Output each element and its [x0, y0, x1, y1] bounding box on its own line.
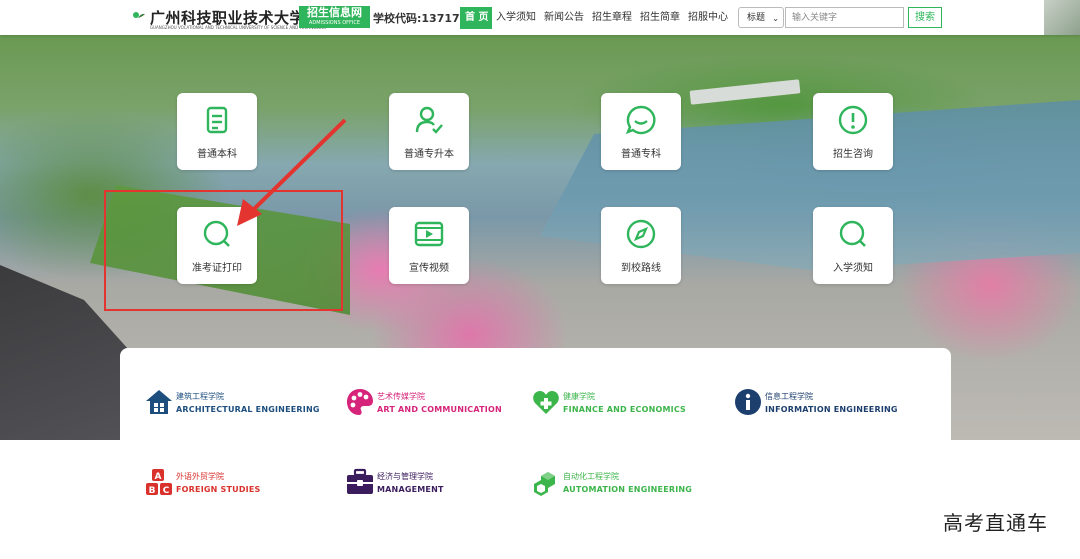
college-name-cn: 外语外贸学院: [176, 472, 224, 481]
college-name-cn: 自动化工程学院: [563, 472, 619, 481]
tile-label: 普通本科: [197, 149, 237, 160]
college-name-cn: 艺术传媒学院: [377, 392, 425, 401]
admissions-en: ADMISSIONS OFFICE: [308, 20, 361, 26]
nav-news[interactable]: 新闻公告: [540, 7, 588, 29]
admissions-badge[interactable]: 招生信息网 ADMISSIONS OFFICE: [299, 6, 370, 28]
briefcase-icon: [347, 468, 373, 494]
nav-home[interactable]: 首 页: [460, 7, 492, 29]
nav-charter[interactable]: 招生章程: [588, 7, 636, 29]
abc-blocks-icon: AB C: [146, 469, 172, 496]
admissions-title: 招生信息网: [307, 6, 362, 19]
college-name-cn: 信息工程学院: [765, 392, 813, 401]
heart-plus-icon: [533, 391, 559, 414]
cube-icon: [534, 472, 555, 496]
college-name-en: AUTOMATION ENGINEERING: [563, 485, 693, 494]
info-icon: [735, 389, 761, 415]
tile-route-to-campus[interactable]: 到校路线: [601, 207, 681, 284]
top-header: 广州科技职业技术大学 GUANGZHOU VOCATIONAL AND TECH…: [0, 0, 1080, 35]
header-corner-photo: [1044, 0, 1080, 35]
search-type-select[interactable]: 标题 ⌄: [738, 7, 784, 28]
exclamation-circle-icon: [838, 105, 868, 135]
college-name-en: MANAGEMENT: [377, 485, 444, 494]
tile-enrollment-notice[interactable]: 入学须知: [813, 207, 893, 284]
search-type-value: 标题: [747, 13, 766, 23]
search-button[interactable]: 搜索: [908, 7, 942, 28]
compass-icon: [626, 219, 656, 249]
college-name-cn: 健康学院: [563, 392, 595, 401]
tile-junior-college[interactable]: 普通专科: [601, 93, 681, 170]
college-name-cn: 建筑工程学院: [176, 392, 224, 401]
college-name-en: INFORMATION ENGINEERING: [765, 405, 898, 414]
svg-text:C: C: [163, 486, 170, 496]
college-name-cn: 经济与管理学院: [377, 472, 433, 481]
chevron-down-icon: ⌄: [772, 14, 779, 23]
nav-admission-notice[interactable]: 入学须知: [492, 7, 540, 29]
main-nav: 首 页 入学须知 新闻公告 招生章程 招生简章 招服中心: [460, 7, 732, 29]
search-icon: [839, 220, 866, 247]
tile-undergraduate[interactable]: 普通本科: [177, 93, 257, 170]
search-input[interactable]: 输入关键字: [785, 7, 904, 28]
palette-icon: [347, 389, 373, 415]
tile-promo-video[interactable]: 宣传视频: [389, 207, 469, 284]
tile-label: 普通专升本: [404, 149, 454, 160]
college-name-en: FOREIGN STUDIES: [176, 485, 261, 494]
nav-brochure[interactable]: 招生简章: [636, 7, 684, 29]
chat-bubble-icon: [625, 105, 656, 135]
school-logo-icon: [133, 12, 145, 18]
document-icon: [206, 106, 228, 134]
svg-text:A: A: [155, 472, 162, 482]
tile-upgrade-bachelor[interactable]: 普通专升本: [389, 93, 469, 170]
tile-label: 到校路线: [621, 263, 661, 274]
college-name-en: ART AND COMMUNICATION: [377, 405, 502, 414]
watermark: 高考直通车: [943, 511, 1048, 535]
user-check-icon: [415, 106, 443, 134]
highlight-box: [104, 190, 343, 311]
tile-label: 宣传视频: [409, 263, 449, 274]
tile-label: 入学须知: [833, 263, 873, 274]
house-icon: [146, 390, 172, 414]
hero-bridge: [689, 79, 801, 105]
tile-consultation[interactable]: 招生咨询: [813, 93, 893, 170]
video-icon: [414, 221, 444, 247]
tile-label: 招生咨询: [833, 149, 873, 160]
tile-label: 普通专科: [621, 149, 661, 160]
nav-service-center[interactable]: 招服中心: [684, 7, 732, 29]
school-code: 学校代码:13717: [373, 12, 460, 25]
college-name-en: ARCHITECTURAL ENGINEERING: [176, 405, 320, 414]
svg-text:B: B: [149, 486, 156, 496]
college-name-en: FINANCE AND ECONOMICS: [563, 405, 687, 414]
